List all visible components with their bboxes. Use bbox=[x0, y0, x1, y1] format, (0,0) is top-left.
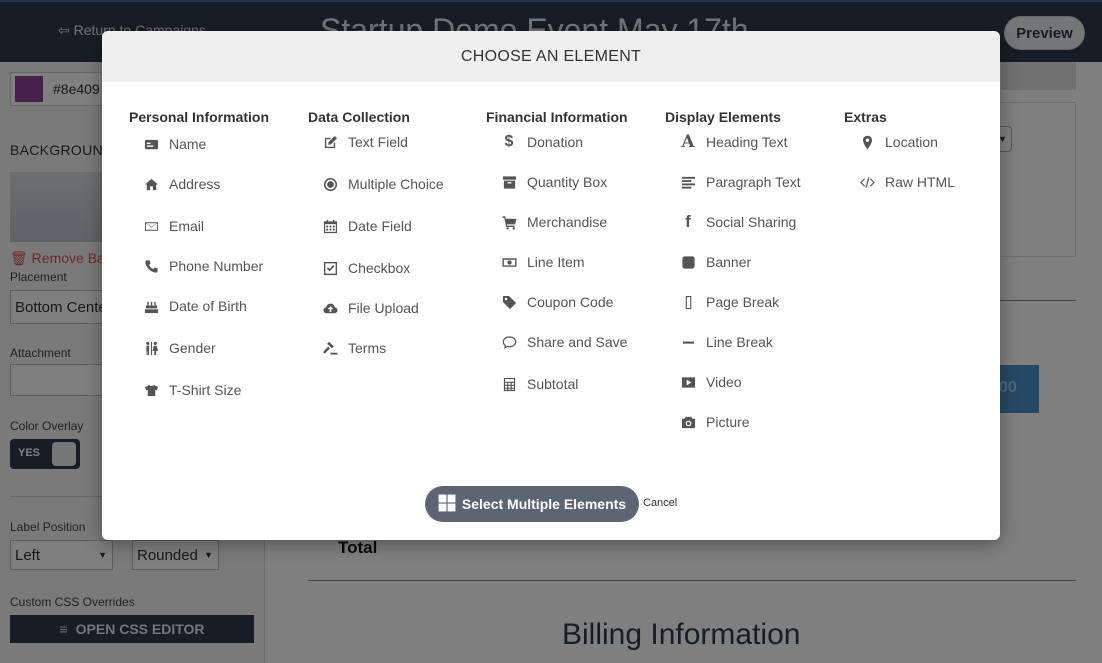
element-video[interactable]: Video bbox=[679, 373, 742, 391]
play-icon bbox=[679, 373, 697, 391]
element-page-break[interactable]: Page Break bbox=[679, 293, 779, 311]
element-email[interactable]: Email bbox=[142, 217, 204, 235]
cart-icon bbox=[500, 213, 518, 231]
square-icon bbox=[679, 253, 697, 271]
calendar-icon bbox=[321, 217, 339, 235]
choose-element-modal: CHOOSE AN ELEMENT Personal Information N… bbox=[102, 31, 1000, 540]
column-title: Data Collection bbox=[308, 109, 410, 125]
dollar-icon: $ bbox=[504, 133, 514, 150]
element-date-field[interactable]: Date Field bbox=[321, 217, 412, 235]
element-tshirt-size[interactable]: T-Shirt Size bbox=[142, 381, 241, 399]
column-title: Extras bbox=[844, 109, 887, 125]
envelope-icon bbox=[142, 217, 160, 235]
code-icon bbox=[858, 173, 876, 191]
tshirt-icon bbox=[142, 381, 160, 399]
element-heading-text[interactable]: A Heading Text bbox=[679, 132, 787, 152]
archive-icon bbox=[500, 173, 518, 191]
column-financial-information: Financial Information bbox=[486, 109, 628, 125]
page-outline-icon bbox=[679, 293, 697, 311]
element-line-item[interactable]: Line Item bbox=[500, 253, 585, 271]
element-donation[interactable]: $ Donation bbox=[500, 133, 584, 151]
element-line-break[interactable]: Line Break bbox=[679, 333, 773, 351]
element-social-sharing[interactable]: f Social Sharing bbox=[679, 212, 796, 231]
element-raw-html[interactable]: Raw HTML bbox=[858, 173, 955, 191]
element-merchandise[interactable]: Merchandise bbox=[500, 213, 607, 231]
column-title: Financial Information bbox=[486, 109, 628, 125]
column-title: Personal Information bbox=[129, 109, 270, 125]
calculator-icon bbox=[500, 375, 518, 393]
gavel-icon bbox=[321, 339, 339, 357]
element-subtotal[interactable]: Subtotal bbox=[500, 375, 578, 393]
grid-icon bbox=[438, 494, 456, 515]
select-multiple-elements-button[interactable]: Select Multiple Elements bbox=[425, 486, 639, 522]
align-left-icon bbox=[679, 173, 697, 191]
element-banner[interactable]: Banner bbox=[679, 253, 751, 271]
element-coupon-code[interactable]: Coupon Code bbox=[500, 293, 613, 311]
element-multiple-choice[interactable]: Multiple Choice bbox=[321, 175, 444, 193]
minus-icon bbox=[679, 333, 697, 351]
facebook-icon: f bbox=[685, 212, 691, 231]
birthday-cake-icon bbox=[142, 297, 160, 315]
element-location[interactable]: Location bbox=[858, 133, 938, 151]
element-gender[interactable]: Gender bbox=[142, 339, 216, 357]
element-file-upload[interactable]: File Upload bbox=[321, 299, 419, 317]
cancel-link[interactable]: Cancel bbox=[643, 497, 677, 509]
element-phone-number[interactable]: Phone Number bbox=[142, 257, 263, 275]
home-icon bbox=[142, 175, 160, 193]
column-personal-information: Personal Information bbox=[129, 109, 269, 125]
element-text-field[interactable]: Text Field bbox=[321, 133, 408, 151]
element-picture[interactable]: Picture bbox=[679, 413, 750, 431]
element-quantity-box[interactable]: Quantity Box bbox=[500, 173, 607, 191]
camera-icon bbox=[679, 413, 697, 431]
checkbox-icon bbox=[321, 259, 339, 277]
element-paragraph-text[interactable]: Paragraph Text bbox=[679, 173, 801, 191]
comment-icon bbox=[500, 333, 518, 351]
element-checkbox[interactable]: Checkbox bbox=[321, 259, 410, 277]
column-extras: Extras bbox=[844, 109, 887, 125]
phone-icon bbox=[142, 257, 160, 275]
element-share-and-save[interactable]: Share and Save bbox=[500, 333, 627, 351]
id-card-icon bbox=[142, 135, 160, 153]
column-data-collection: Data Collection bbox=[308, 109, 410, 125]
cloud-upload-icon bbox=[321, 299, 339, 317]
font-icon: A bbox=[681, 132, 695, 152]
element-date-of-birth[interactable]: Date of Birth bbox=[142, 297, 247, 315]
edit-icon bbox=[321, 133, 339, 151]
column-title: Display Elements bbox=[665, 109, 781, 125]
money-icon bbox=[500, 253, 518, 271]
radio-icon bbox=[321, 175, 339, 193]
map-marker-icon bbox=[858, 133, 876, 151]
modal-title: CHOOSE AN ELEMENT bbox=[102, 31, 1000, 82]
column-display-elements: Display Elements bbox=[665, 109, 781, 125]
element-terms[interactable]: Terms bbox=[321, 339, 386, 357]
tag-icon bbox=[500, 293, 518, 311]
element-address[interactable]: Address bbox=[142, 175, 220, 193]
element-name[interactable]: Name bbox=[142, 135, 206, 153]
male-female-icon bbox=[142, 339, 160, 357]
